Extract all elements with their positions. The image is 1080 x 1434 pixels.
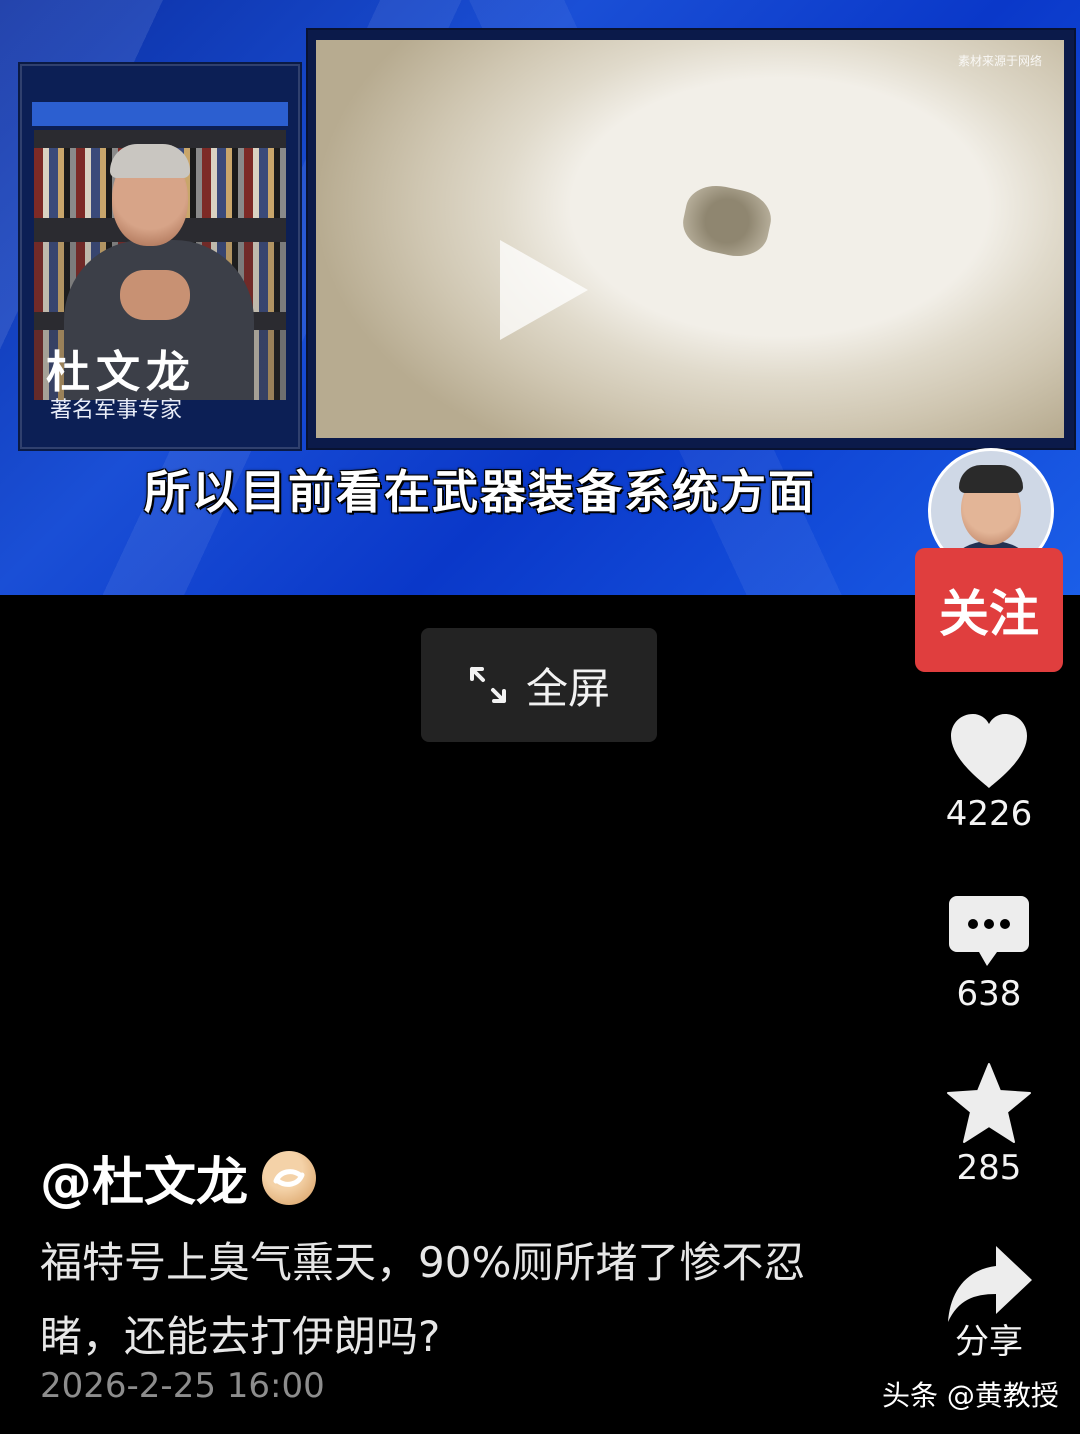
speaker-name: 杜文龙 [46, 347, 196, 398]
verified-badge-icon [262, 1150, 317, 1205]
panel-topbar [32, 102, 288, 126]
news-clip: 素材来源于网络 [306, 28, 1076, 450]
comment-button[interactable]: 638 [930, 892, 1048, 1014]
post-date: 2026-2-25 16:00 [40, 1366, 325, 1406]
video-post-screen: 杜文龙 著名军事专家 素材来源于网络 所以目前看在武器装备系统方面 全屏 关注 [0, 0, 1080, 1434]
clip-frame: 素材来源于网络 [316, 40, 1064, 438]
favorite-count: 285 [956, 1148, 1022, 1188]
heart-icon [951, 714, 1027, 788]
like-button[interactable]: 4226 [930, 712, 1048, 834]
star-icon [947, 1063, 1031, 1143]
share-button[interactable]: 分享 [930, 1242, 1048, 1363]
share-label: 分享 [955, 1322, 1023, 1362]
expand-icon [468, 665, 508, 705]
post-caption: 福特号上臭气熏天，90%厕所堵了惨不忍睹，还能去打伊朗吗? [40, 1238, 806, 1361]
comment-count: 638 [956, 974, 1022, 1014]
clip-source-label: 素材来源于网络 [957, 54, 1042, 68]
follow-button[interactable]: 关注 [915, 548, 1063, 672]
watermark: 头条 @黄教授 [882, 1379, 1059, 1412]
play-icon[interactable] [500, 240, 588, 340]
speaker-title: 著名军事专家 [50, 398, 183, 423]
like-count: 4226 [945, 794, 1033, 834]
favorite-button[interactable]: 285 [930, 1062, 1048, 1188]
author-row[interactable]: @杜文龙 [40, 1140, 317, 1215]
video-player[interactable]: 杜文龙 著名军事专家 素材来源于网络 所以目前看在武器装备系统方面 [0, 0, 1080, 595]
fullscreen-label: 全屏 [525, 663, 610, 713]
fullscreen-button[interactable]: 全屏 [421, 628, 657, 742]
author-name[interactable]: @杜文龙 [40, 1140, 248, 1215]
comment-icon [949, 896, 1029, 966]
speaker-panel: 杜文龙 著名军事专家 [18, 62, 302, 451]
video-subtitle: 所以目前看在武器装备系统方面 [144, 465, 816, 519]
